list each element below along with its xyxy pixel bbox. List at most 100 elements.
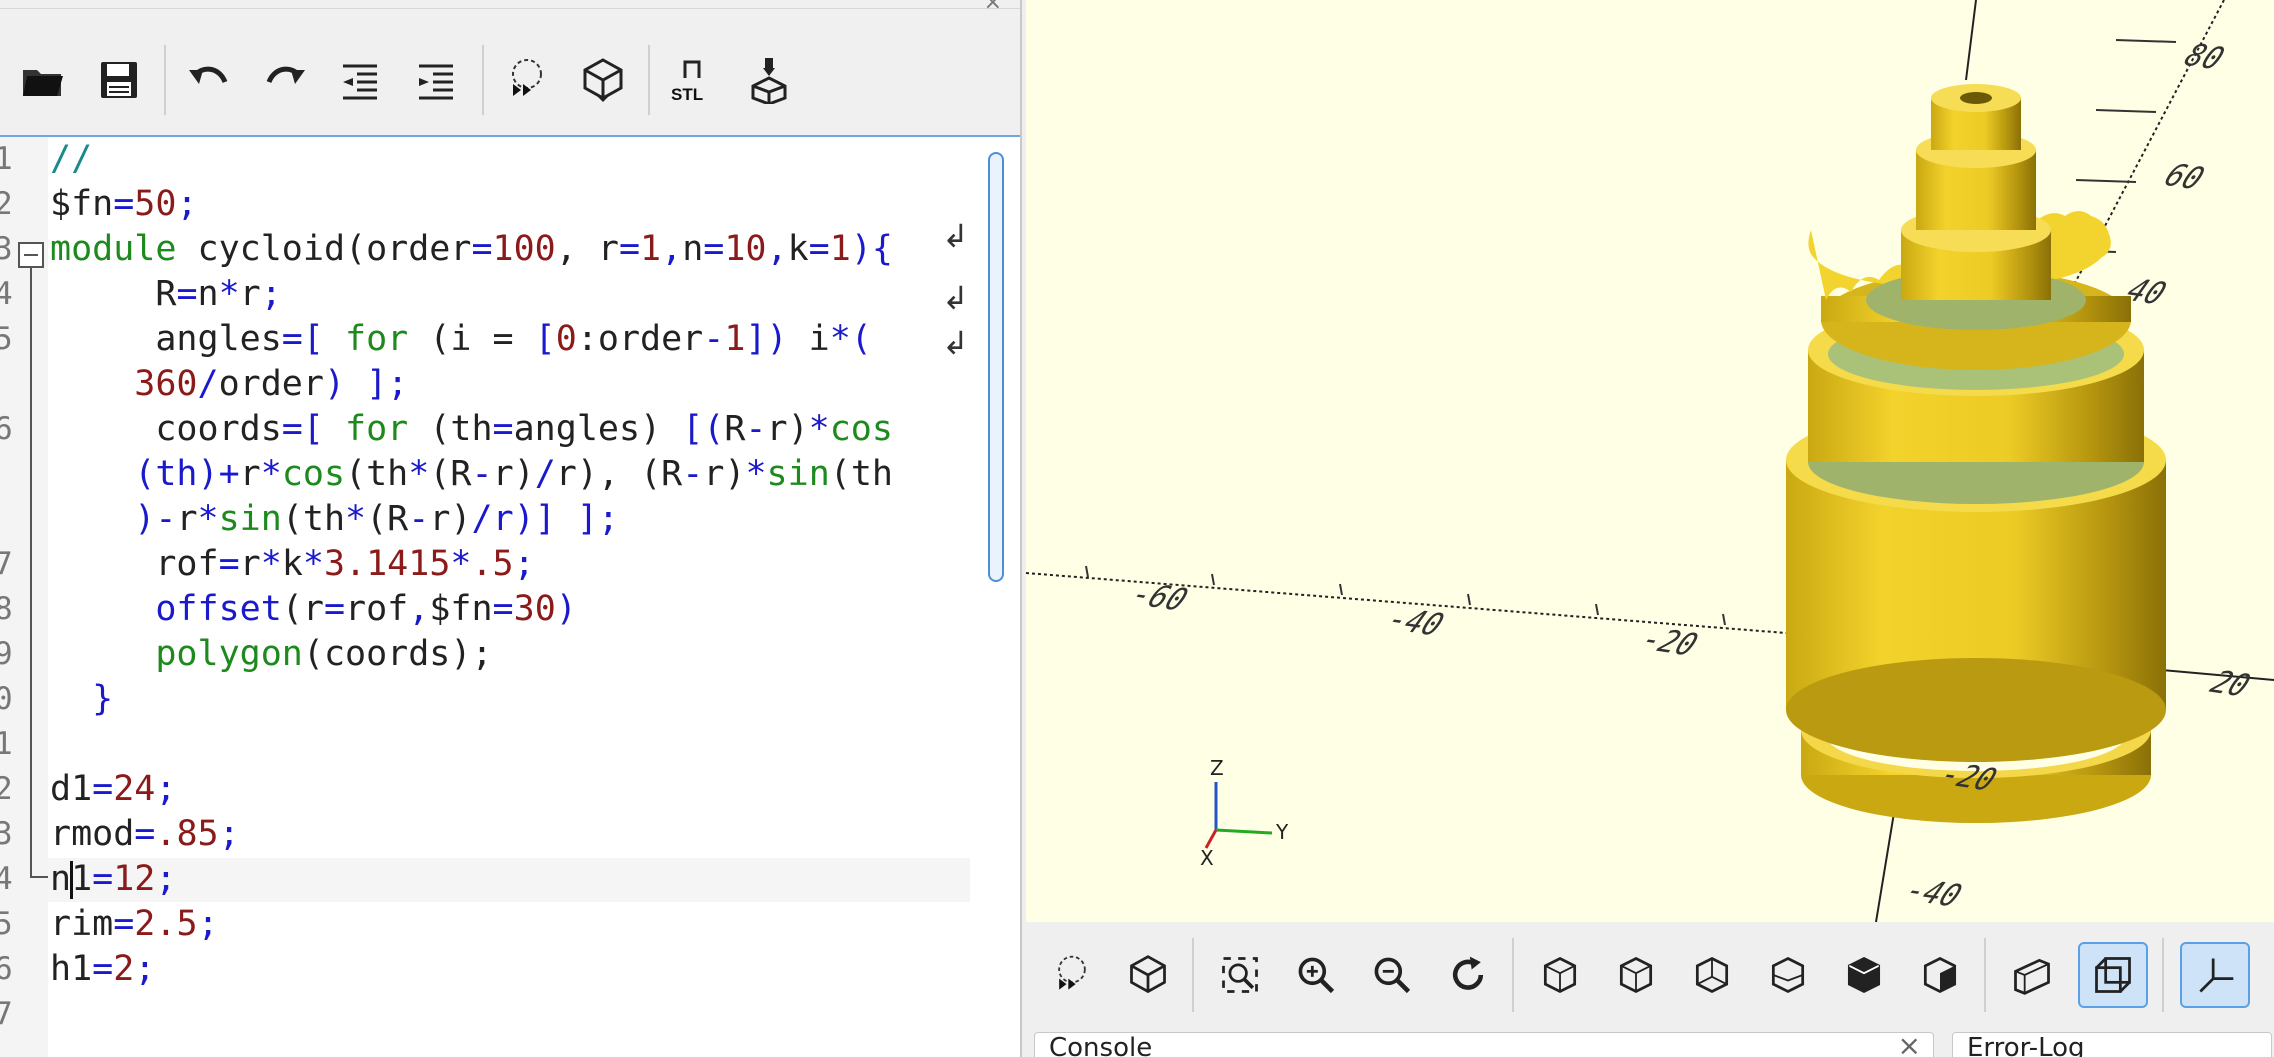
code-token: r [176,499,198,539]
code-token: module [50,229,177,269]
code-token: *( [829,319,872,359]
current-line-highlight [48,858,970,902]
zoom-all-button[interactable] [1210,942,1270,1008]
code-token: 12 [113,859,156,899]
zoom-in-button[interactable] [1286,942,1346,1008]
viewport-toolbar [1026,922,2274,1028]
stepped-spindle [1901,84,2051,300]
code-token: , [766,229,788,269]
undo-button[interactable] [176,47,242,113]
code-line: rmod=.85; [50,812,240,857]
code-line: rof=r*k*3.1415*.5; [50,542,534,587]
code-token: = [703,229,725,269]
code-token: / [197,364,219,404]
indent-icon [419,64,453,100]
code-token: ) [555,589,577,629]
open-file-button[interactable] [10,47,76,113]
orthogonal-button[interactable] [2078,942,2148,1008]
error-log-panel-tab[interactable]: Error-Log [1952,1032,2272,1057]
code-line: module cycloid(order=100, r=1,n=10,k=1){ [50,227,893,272]
code-token: i [787,319,830,359]
close-icon[interactable]: × [1898,1029,1921,1057]
indent-button[interactable] [404,47,470,113]
editor-toolbar: STL [0,44,1020,116]
code-token: = [618,229,641,269]
view-right-icon [1543,956,1577,994]
code-line: coords=[ for (th=angles) [(R-r)*cos [50,407,893,452]
view-top-button[interactable] [1606,942,1666,1008]
open-file-icon [23,70,63,96]
view-front-button[interactable] [1834,942,1894,1008]
preview-button[interactable] [494,47,560,113]
view-right-button[interactable] [1530,942,1590,1008]
line-number-gutter: 12345678901234567 [0,137,48,1057]
code-token: = [808,229,830,269]
code-token: ){ [850,229,893,269]
code-token: 0 [555,319,577,359]
code-token: 24 [113,769,156,809]
line-number: 7 [0,992,13,1037]
code-token: = [492,409,514,449]
line-number: 3 [0,227,13,272]
code-token: (th [429,409,493,449]
code-token: =[ [281,409,324,449]
code-line: angles=[ for (i = [0:order-1]) i*( [50,317,872,362]
code-line: R=n*r; [50,272,281,317]
export-stl-button[interactable]: STL [660,47,726,113]
perspective-button[interactable] [2002,942,2062,1008]
redo-button[interactable] [252,47,318,113]
reset-view-button[interactable] [1438,942,1498,1008]
editor-scrollbar-thumb[interactable] [988,152,1004,582]
line-number: 5 [0,317,13,362]
code-editor[interactable]: 12345678901234567 //$fn=50;module cycloi… [0,135,1020,1057]
code-token: (R [366,499,409,539]
code-token: n [682,229,704,269]
3d-viewport[interactable]: -60 -40 -20 20 80 60 40 -20 -40 Z Y X [1026,0,2274,922]
send-to-print-button[interactable] [736,47,802,113]
viewport-render-button[interactable] [1118,942,1178,1008]
render-button[interactable] [570,47,636,113]
code-token: + [218,454,240,494]
unindent-button[interactable] [328,47,394,113]
fold-toggle-icon[interactable] [18,242,44,268]
preview-icon [512,59,542,96]
view-front-icon [1847,956,1881,994]
toolbar-separator [1192,938,1194,1012]
show-axes-button[interactable] [2180,942,2250,1008]
preview-icon [1058,955,1086,990]
view-back-icon [1923,956,1957,994]
zoom-out-button[interactable] [1362,942,1422,1008]
view-bottom-icon [1695,956,1729,994]
view-left-button[interactable] [1758,942,1818,1008]
view-back-button[interactable] [1910,942,1970,1008]
view-bottom-button[interactable] [1682,942,1742,1008]
send-to-3d-print-icon [751,58,787,104]
error-log-panel-title: Error-Log [1967,1033,2085,1057]
unindent-icon [343,64,377,100]
code-token: = [92,859,114,899]
code-token: * [260,544,282,584]
3d-scene [1026,0,2274,922]
save-file-button[interactable] [86,47,152,113]
code-token: polygon [50,634,303,674]
orthogonal-icon [2095,957,2131,993]
gizmo-z-label: Z [1210,756,1224,780]
fold-range-end [30,876,48,878]
code-token: d1 [50,769,93,809]
code-token: * [260,454,282,494]
code-token: * [808,409,830,449]
code-token: :order [576,319,704,359]
viewport-preview-button[interactable] [1042,942,1102,1008]
line-number: 6 [0,407,13,452]
code-token: R [50,274,177,314]
editor-titlebar [0,0,1020,9]
code-token: r [239,544,261,584]
code-token: (r [281,589,324,629]
reset-view-icon [1452,956,1484,990]
code-line: $fn=50; [50,182,198,227]
console-panel-tab[interactable]: Console × [1034,1029,1934,1057]
code-token: 100 [492,229,556,269]
toolbar-separator [648,45,650,115]
editor-close-icon[interactable]: × [984,0,1002,15]
code-token: sin [766,454,830,494]
